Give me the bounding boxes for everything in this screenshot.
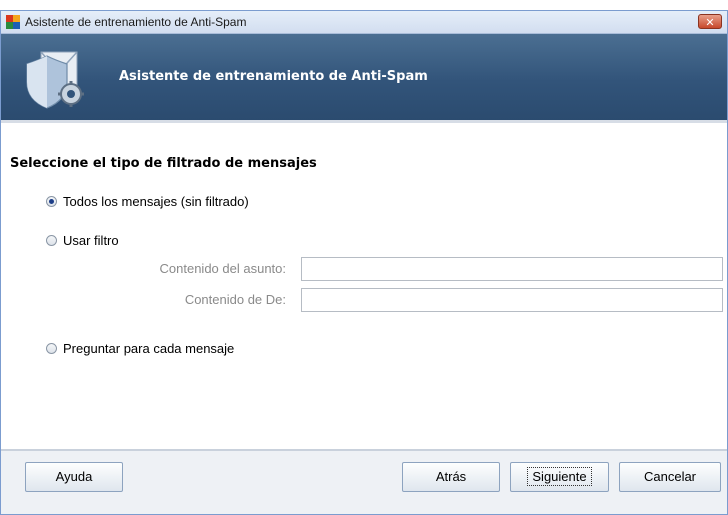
clipped-top-strip xyxy=(0,0,728,10)
title-bar[interactable]: Asistente de entrenamiento de Anti-Spam … xyxy=(1,11,727,34)
option-all-messages[interactable]: Todos los mensajes (sin filtrado) xyxy=(46,193,249,209)
section-title: Seleccione el tipo de filtrado de mensaj… xyxy=(10,156,317,171)
back-button[interactable]: Atrás xyxy=(402,462,500,492)
radio-button[interactable] xyxy=(46,234,57,246)
cancel-button[interactable]: Cancelar xyxy=(619,462,721,492)
banner-divider xyxy=(1,120,727,123)
option-label: Todos los mensajes (sin filtrado) xyxy=(63,193,249,209)
header-banner: Asistente de entrenamiento de Anti-Spam xyxy=(1,34,727,120)
from-content-label: Contenido de De: xyxy=(184,292,286,307)
subject-content-input[interactable] xyxy=(301,257,723,281)
banner-title: Asistente de entrenamiento de Anti-Spam xyxy=(119,69,428,84)
radio-button[interactable] xyxy=(46,342,57,354)
help-button[interactable]: Ayuda xyxy=(25,462,123,492)
shield-envelope-gear-icon xyxy=(26,51,84,109)
from-content-input[interactable] xyxy=(301,288,723,312)
close-button[interactable]: ✕ xyxy=(698,14,722,29)
option-label: Usar filtro xyxy=(63,232,119,248)
close-icon: ✕ xyxy=(705,16,715,29)
subject-content-label: Contenido del asunto: xyxy=(159,261,286,276)
option-use-filter[interactable]: Usar filtro xyxy=(46,232,119,248)
app-icon xyxy=(6,15,20,29)
wizard-window: Asistente de entrenamiento de Anti-Spam … xyxy=(0,10,728,515)
option-ask-each-message[interactable]: Preguntar para cada mensaje xyxy=(46,340,234,356)
footer-bar: Ayuda Atrás Siguiente Cancelar xyxy=(1,451,727,514)
radio-button-checked[interactable] xyxy=(46,195,57,207)
window-title: Asistente de entrenamiento de Anti-Spam xyxy=(25,15,247,29)
next-button[interactable]: Siguiente xyxy=(510,462,609,492)
option-label: Preguntar para cada mensaje xyxy=(63,340,235,356)
